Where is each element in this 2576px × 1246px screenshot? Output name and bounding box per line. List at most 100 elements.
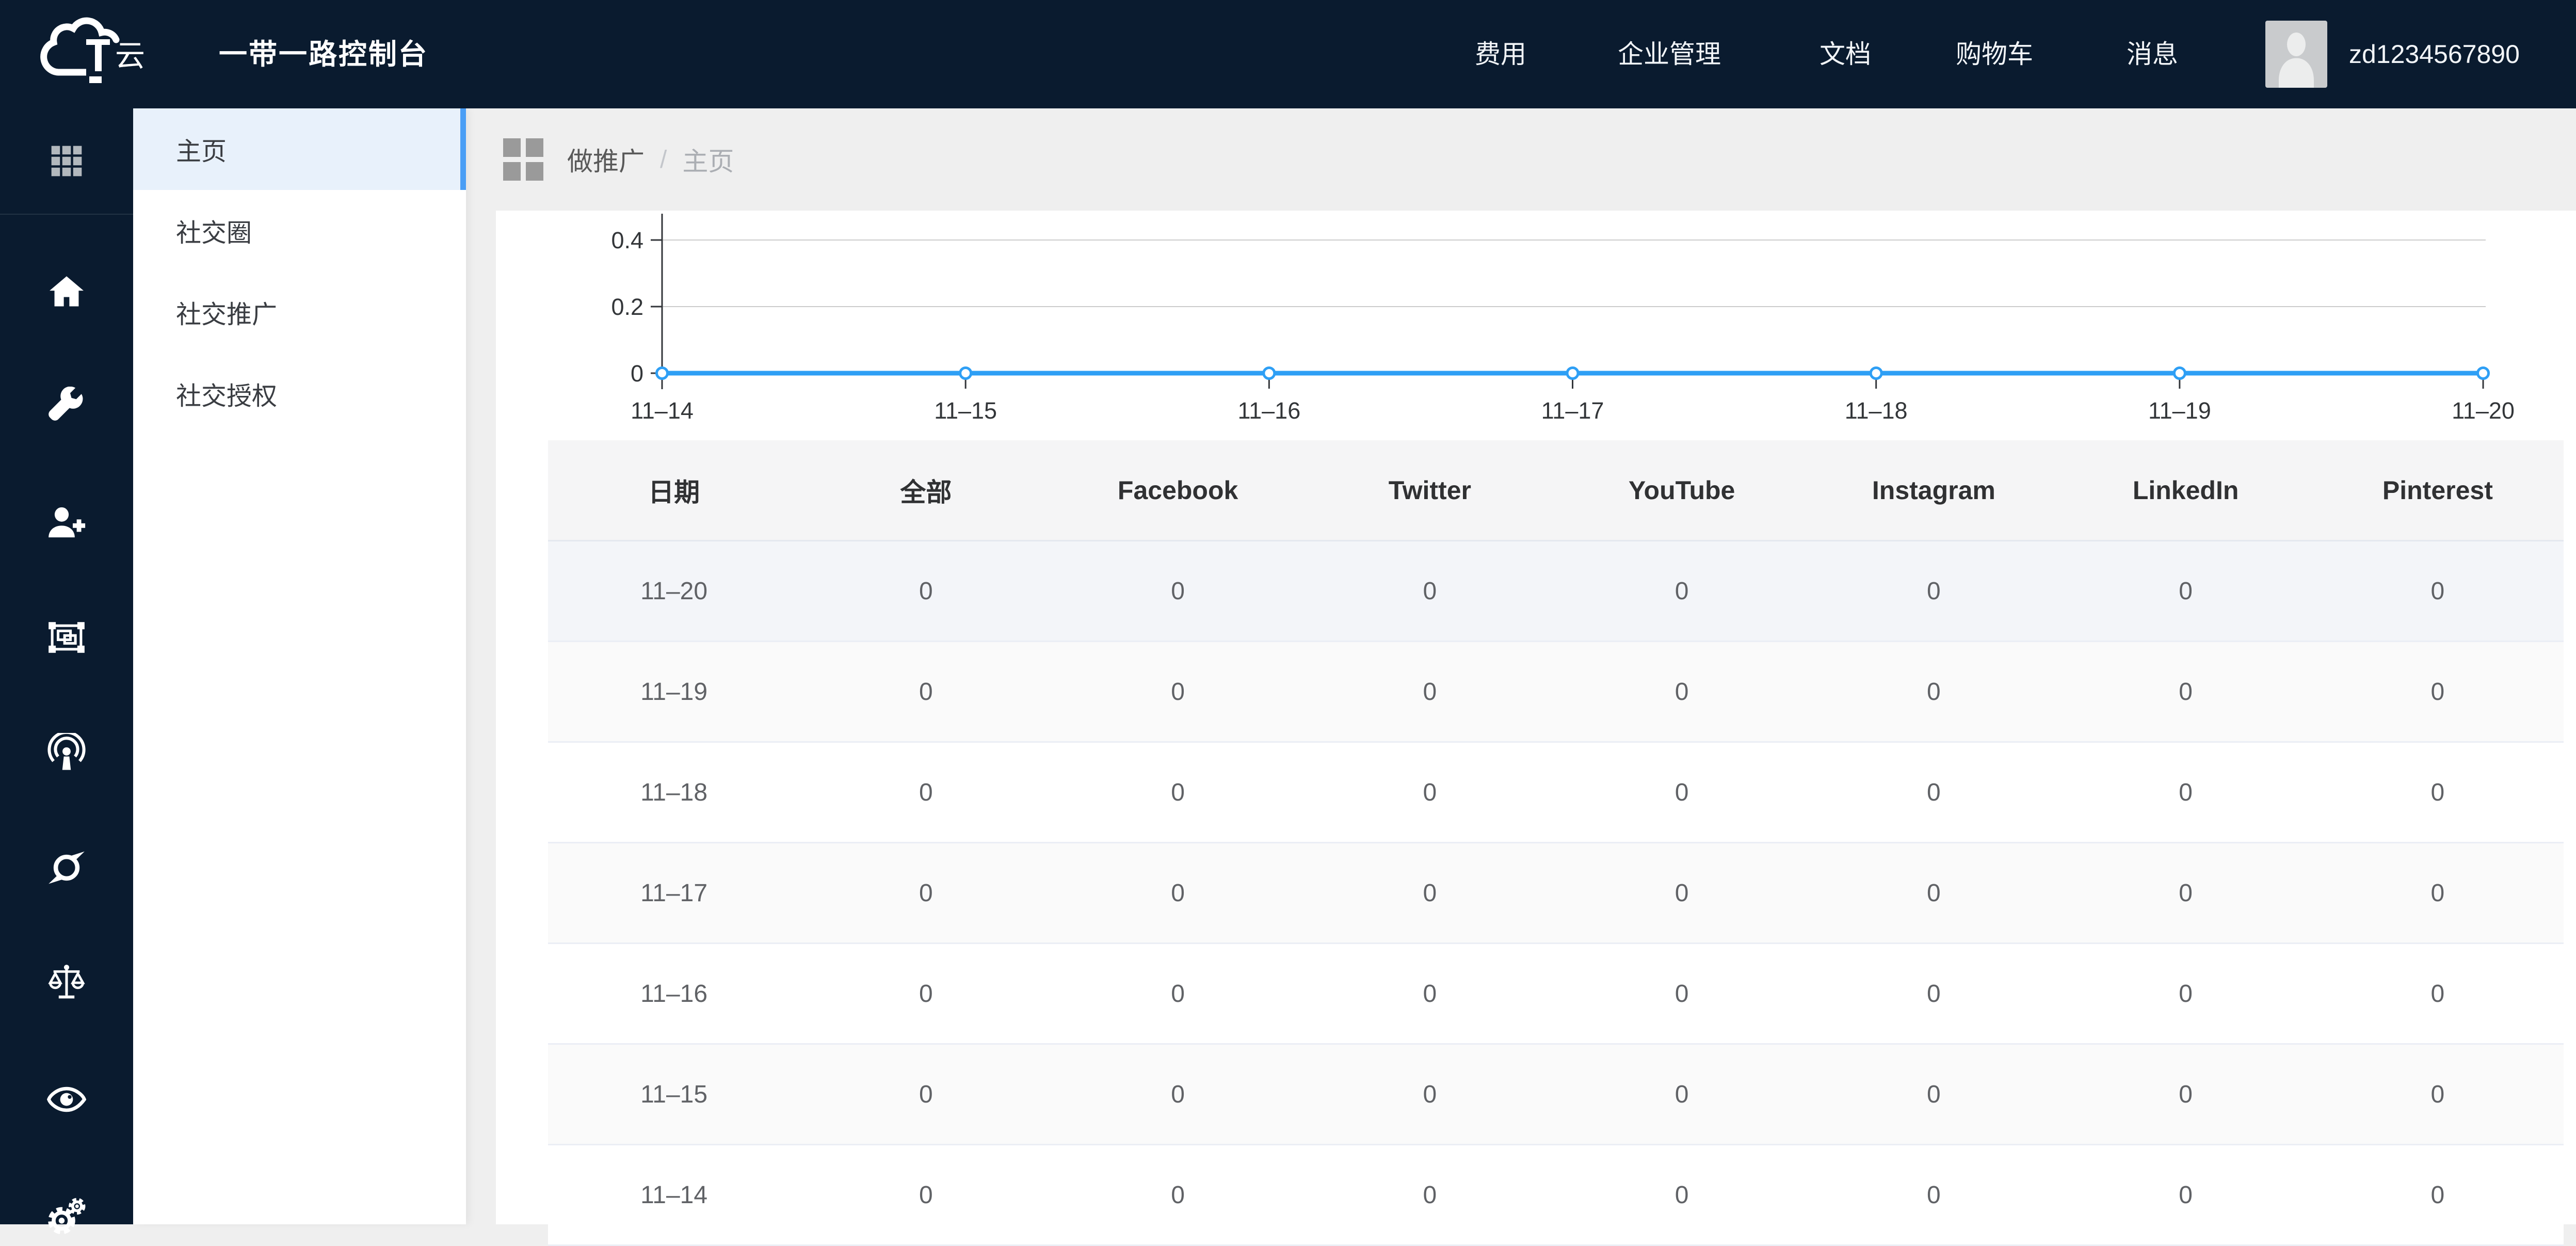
value-cell: 0 — [2430, 879, 2445, 907]
value-cell: 0 — [1675, 678, 1689, 706]
rail-item-user-plus[interactable] — [47, 503, 86, 542]
table-row[interactable]: 11–19 0 0 0 0 0 0 0 — [548, 642, 2564, 743]
stats-table: 日期 全部 Facebook Twitter YouTube Instagram Linke… — [548, 440, 2564, 1246]
value-cell: 0 — [2179, 1181, 2193, 1209]
rail-item-eye[interactable] — [47, 1080, 86, 1119]
sidebar-item-social-circle[interactable]: 社交圈 — [133, 190, 466, 271]
rail-item-wrench[interactable] — [47, 387, 86, 426]
avatar-silhouette-icon — [2265, 21, 2327, 88]
value-cell: 0 — [1675, 1181, 1689, 1209]
value-cell: 0 — [919, 879, 933, 907]
rail-item-balance-scale[interactable] — [47, 963, 86, 1002]
value-cell: 0 — [1423, 778, 1437, 806]
podcast-icon — [47, 733, 86, 770]
topbar-nav-messages[interactable]: 消息 — [2127, 0, 2178, 108]
value-cell: 0 — [2179, 879, 2193, 907]
value-cell: 0 — [1927, 1080, 1941, 1108]
topbar-nav-cart[interactable]: 购物车 — [1956, 0, 2033, 108]
rail-item-gears[interactable] — [47, 1196, 86, 1236]
grid-menu-icon — [51, 146, 82, 177]
rail-item-object-group[interactable] — [47, 618, 86, 657]
logo-t-text: T — [91, 58, 92, 59]
value-cell: 0 — [1675, 778, 1689, 806]
column-header: YouTube — [1628, 475, 1735, 505]
x-axis-label: 11–18 — [1845, 397, 1908, 424]
table-row[interactable]: 11–16 0 0 0 0 0 0 0 — [548, 944, 2564, 1045]
value-cell: 0 — [1927, 678, 1941, 706]
data-point[interactable] — [1566, 366, 1580, 380]
value-cell: 0 — [1675, 879, 1689, 907]
traffic-line-chart: 0 0.2 0.4 11–14 11–15 11–16 11–17 11–18 11–19 11–… — [611, 214, 2515, 424]
x-axis-label: 11–20 — [2452, 397, 2515, 424]
username[interactable]: zd1234567890 — [2349, 0, 2520, 108]
wrench-icon — [49, 387, 83, 421]
value-cell: 0 — [2430, 1181, 2445, 1209]
breadcrumb-grid-icon — [503, 138, 543, 181]
x-axis-label: 11–19 — [2148, 397, 2211, 424]
logo-yun-text: 云 — [115, 39, 145, 73]
user-avatar[interactable] — [2265, 21, 2327, 88]
rail-apps-button[interactable] — [0, 108, 133, 215]
value-cell: 0 — [2179, 1080, 2193, 1108]
table-row[interactable]: 11–17 0 0 0 0 0 0 0 — [548, 843, 2564, 944]
topbar-nav-fees[interactable]: 费用 — [1475, 0, 1526, 108]
data-point[interactable] — [1262, 366, 1276, 380]
swirl-icon — [49, 851, 85, 884]
user-plus-icon — [49, 507, 86, 538]
value-cell: 0 — [919, 678, 933, 706]
column-header: Pinterest — [2382, 475, 2493, 505]
value-cell: 0 — [2430, 980, 2445, 1008]
date-cell: 11–18 — [640, 778, 708, 806]
value-cell: 0 — [919, 1080, 933, 1108]
value-cell: 0 — [1675, 1080, 1689, 1108]
column-header: 全部 — [900, 477, 952, 507]
value-cell: 0 — [1927, 980, 1941, 1008]
app-title: 一带一路控制台 — [219, 38, 429, 70]
value-cell: 0 — [1423, 1080, 1437, 1108]
x-axis-label: 11–17 — [1541, 397, 1604, 424]
sidebar-item-social-auth[interactable]: 社交授权 — [133, 353, 466, 435]
data-point[interactable] — [2172, 366, 2186, 380]
sidebar-item-label: 社交圈 — [176, 219, 252, 247]
value-cell: 0 — [919, 577, 933, 605]
data-point[interactable] — [1869, 366, 1883, 380]
data-point[interactable] — [655, 366, 669, 380]
icon-rail — [0, 108, 133, 1235]
breadcrumb: 做推广 / 主页 — [503, 108, 734, 211]
object-group-icon — [49, 622, 85, 653]
column-header: Instagram — [1872, 475, 1995, 505]
sidebar-item-home[interactable]: 主页 — [133, 108, 466, 190]
table-row[interactable]: 11–14 0 0 0 0 0 0 0 — [548, 1145, 2564, 1246]
value-cell: 0 — [2179, 678, 2193, 706]
breadcrumb-section[interactable]: 做推广 — [567, 141, 645, 178]
breadcrumb-separator: / — [660, 146, 667, 173]
sidebar-item-label: 社交推广 — [176, 300, 278, 329]
y-axis-label: 0.2 — [611, 294, 643, 320]
column-header: 日期 — [648, 477, 700, 507]
breadcrumb-current: 主页 — [682, 147, 734, 176]
value-cell: 0 — [1423, 678, 1437, 706]
column-header: LinkedIn — [2132, 475, 2239, 505]
value-cell: 0 — [919, 1181, 933, 1209]
data-point[interactable] — [959, 366, 973, 380]
table-row[interactable]: 11–15 0 0 0 0 0 0 0 — [548, 1045, 2564, 1145]
value-cell: 0 — [1927, 577, 1941, 605]
value-cell: 0 — [1423, 879, 1437, 907]
rail-item-home[interactable] — [47, 272, 86, 311]
topbar-nav-enterprise[interactable]: 企业管理 — [1618, 0, 1721, 108]
date-cell: 11–15 — [640, 1080, 708, 1108]
topbar-nav-docs[interactable]: 文档 — [1820, 0, 1871, 108]
rail-item-podcast[interactable] — [47, 733, 86, 772]
topbar: 云 T 一带一路控制台 费用 企业管理 文档 购物车 消息 zd1234567890 — [0, 0, 2576, 108]
sidebar-item-social-promotion[interactable]: 社交推广 — [133, 271, 466, 353]
home-icon — [50, 276, 84, 307]
value-cell: 0 — [2430, 1080, 2445, 1108]
value-cell: 0 — [1423, 980, 1437, 1008]
data-point[interactable] — [2476, 366, 2490, 380]
date-cell: 11–14 — [640, 1181, 708, 1209]
table-row[interactable]: 11–18 0 0 0 0 0 0 0 — [548, 743, 2564, 843]
value-cell: 0 — [1675, 980, 1689, 1008]
rail-item-swirl[interactable] — [47, 848, 86, 887]
table-row[interactable]: 11–20 0 0 0 0 0 0 0 — [548, 541, 2564, 642]
x-axis-label: 11–14 — [631, 397, 694, 424]
